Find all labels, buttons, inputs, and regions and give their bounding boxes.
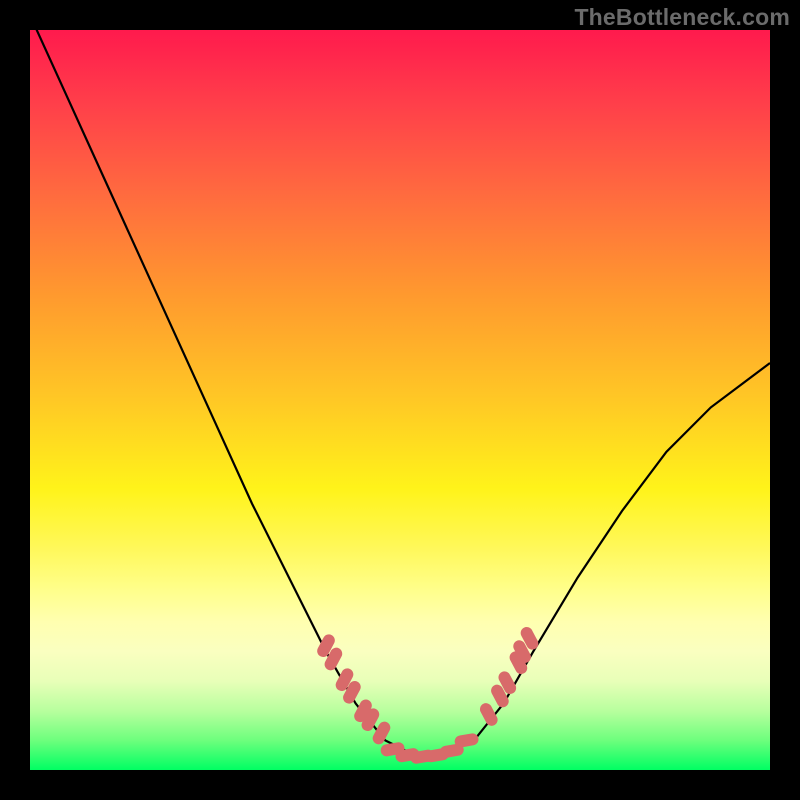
curve-marker: [478, 701, 500, 728]
curve-marker: [454, 732, 480, 748]
watermark-text: TheBottleneck.com: [574, 4, 790, 31]
chart-frame: TheBottleneck.com: [0, 0, 800, 800]
bottleneck-curve: [30, 15, 770, 755]
bottleneck-curve-svg: [30, 30, 770, 770]
plot-area: [30, 30, 770, 770]
